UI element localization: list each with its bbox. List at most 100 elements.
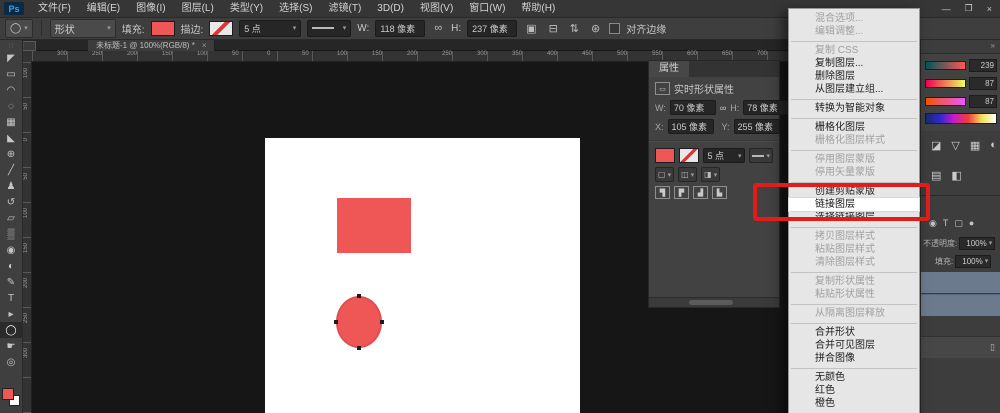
- path-alignment-icon[interactable]: ⊟: [546, 22, 561, 35]
- red-rectangle-shape[interactable]: [337, 198, 411, 253]
- tool-preset-button[interactable]: ◯ ▾: [5, 19, 33, 38]
- menubar-item[interactable]: 帮助(H): [513, 0, 563, 17]
- menubar-item[interactable]: 视图(V): [412, 0, 461, 17]
- blur-tool[interactable]: ◉: [0, 242, 22, 258]
- menubar-item[interactable]: 图层(L): [174, 0, 222, 17]
- prop-x-input[interactable]: 105 像素: [668, 119, 714, 134]
- shape-tool[interactable]: ◯: [0, 322, 22, 338]
- menubar-item[interactable]: 3D(D): [369, 0, 412, 17]
- anchor-point-right[interactable]: [380, 320, 384, 324]
- link-dimensions-icon[interactable]: ∞: [431, 22, 445, 34]
- minimize-icon[interactable]: —: [942, 4, 951, 14]
- shape-width-input[interactable]: 118 像素: [375, 20, 425, 37]
- context-menu-item[interactable]: 合并形状: [789, 326, 919, 339]
- shape-options-gear-icon[interactable]: ⊛: [588, 22, 603, 35]
- quick-selection-tool[interactable]: ◌: [0, 98, 22, 114]
- context-menu-item[interactable]: 栅格化图层: [789, 121, 919, 134]
- path-selection-tool[interactable]: ▸: [0, 306, 22, 322]
- layer-fill-value-field[interactable]: 100% ▾: [955, 255, 991, 268]
- marquee-tool[interactable]: ▭: [0, 66, 22, 82]
- stroke-color-swatch[interactable]: [679, 148, 699, 163]
- corner-radius-icon[interactable]: ▟: [693, 186, 708, 199]
- context-menu-item[interactable]: 合并可见图层: [789, 339, 919, 352]
- red-ellipse-shape[interactable]: [336, 296, 382, 348]
- eraser-tool[interactable]: ▱: [0, 210, 22, 226]
- layer-filter-icon[interactable]: T: [943, 218, 949, 228]
- color-spectrum-ramp[interactable]: [925, 113, 997, 124]
- stroke-cap-select[interactable]: ◫▾: [678, 167, 697, 182]
- scrollbar-thumb[interactable]: [689, 300, 733, 305]
- context-menu-item[interactable]: 无颜色: [789, 371, 919, 384]
- adjustment-icon[interactable]: ▦: [970, 139, 980, 163]
- context-menu-item[interactable]: 转换为智能对象: [789, 102, 919, 115]
- b-channel-slider[interactable]: [925, 97, 966, 106]
- menubar-item[interactable]: 滤镜(T): [321, 0, 370, 17]
- fill-color-swatch[interactable]: [151, 21, 175, 36]
- selected-layer-row[interactable]: [921, 272, 1000, 293]
- g-channel-value[interactable]: 87: [969, 77, 997, 90]
- r-channel-slider[interactable]: [925, 61, 966, 70]
- close-icon[interactable]: ×: [987, 4, 992, 14]
- context-menu-item[interactable]: 红色: [789, 384, 919, 397]
- corner-radius-icon[interactable]: ▙: [712, 186, 727, 199]
- tab-properties[interactable]: 属性: [649, 61, 689, 77]
- prop-y-input[interactable]: 255 像素: [734, 119, 780, 134]
- adjustment-icon[interactable]: ◧: [951, 169, 961, 193]
- fill-color-swatch[interactable]: [655, 148, 675, 163]
- menubar-item[interactable]: 选择(S): [271, 0, 320, 17]
- anchor-point-bottom[interactable]: [357, 346, 361, 350]
- document-canvas[interactable]: [265, 138, 580, 413]
- anchor-point-left[interactable]: [334, 320, 338, 324]
- stroke-style-select[interactable]: ▾: [749, 148, 773, 163]
- adjustment-icon[interactable]: ▽: [951, 139, 959, 163]
- layer-filter-icon[interactable]: ●: [969, 218, 974, 228]
- brush-tool[interactable]: ╱: [0, 162, 22, 178]
- menubar-item[interactable]: 图像(I): [128, 0, 173, 17]
- context-menu-item[interactable]: 从图层建立组...: [789, 83, 919, 96]
- dodge-tool[interactable]: ◐: [0, 258, 22, 274]
- selected-layer-row[interactable]: [921, 294, 1000, 316]
- gradient-tool[interactable]: ▒: [0, 226, 22, 242]
- prop-height-input[interactable]: 78 像素: [743, 100, 789, 115]
- close-tab-icon[interactable]: ×: [202, 41, 207, 50]
- path-operations-icon[interactable]: ▣: [523, 22, 539, 35]
- vertical-ruler[interactable]: 10050050100150200250300: [22, 61, 32, 413]
- menubar-item[interactable]: 编辑(E): [79, 0, 128, 17]
- align-edges-checkbox[interactable]: [609, 23, 620, 34]
- clone-stamp-tool[interactable]: ♟: [0, 178, 22, 194]
- panel-grip-icon[interactable]: ∷: [0, 42, 22, 50]
- r-channel-value[interactable]: 239: [969, 59, 997, 72]
- zoom-tool[interactable]: ◎: [0, 354, 22, 370]
- restore-icon[interactable]: ❐: [965, 3, 973, 14]
- shape-height-input[interactable]: 237 像素: [467, 20, 517, 37]
- type-tool[interactable]: T: [0, 290, 22, 306]
- g-channel-slider[interactable]: [925, 79, 966, 88]
- layer-filter-icon[interactable]: ◉: [929, 218, 937, 229]
- hand-tool[interactable]: ☛: [0, 338, 22, 354]
- menubar-item[interactable]: 窗口(W): [461, 0, 513, 17]
- menubar-item[interactable]: 文件(F): [30, 0, 79, 17]
- path-arrangement-icon[interactable]: ⇅: [567, 22, 582, 35]
- foreground-color-swatch[interactable]: [2, 388, 14, 400]
- eyedropper-tool[interactable]: ◣: [0, 130, 22, 146]
- b-channel-value[interactable]: 87: [969, 95, 997, 108]
- stroke-color-swatch[interactable]: [209, 21, 233, 36]
- stroke-corner-select[interactable]: ◨▾: [701, 167, 720, 182]
- delete-layer-icon[interactable]: ▯: [990, 342, 995, 353]
- corner-radius-icon[interactable]: ▛: [674, 186, 689, 199]
- menubar-item[interactable]: 类型(Y): [222, 0, 271, 17]
- stroke-align-select[interactable]: ▢▾: [655, 167, 674, 182]
- anchor-point-top[interactable]: [357, 294, 361, 298]
- layer-filter-icon[interactable]: ▢: [954, 218, 963, 229]
- adjustment-icon[interactable]: ◐: [990, 139, 997, 163]
- stroke-width-field[interactable]: 5 点 ▾: [703, 148, 745, 163]
- adjustment-icon[interactable]: ◪: [931, 139, 941, 163]
- pen-tool[interactable]: ✎: [0, 274, 22, 290]
- adjustment-icon[interactable]: ▤: [931, 169, 941, 193]
- link-dimensions-icon[interactable]: ∞: [720, 103, 726, 113]
- move-tool[interactable]: ◤: [0, 50, 22, 66]
- opacity-value-field[interactable]: 100% ▾: [959, 237, 995, 250]
- document-tab[interactable]: 未标题-1 @ 100%(RGB/8) * ×: [88, 40, 215, 51]
- context-menu-item[interactable]: 复制图层...: [789, 57, 919, 70]
- history-brush-tool[interactable]: ↺: [0, 194, 22, 210]
